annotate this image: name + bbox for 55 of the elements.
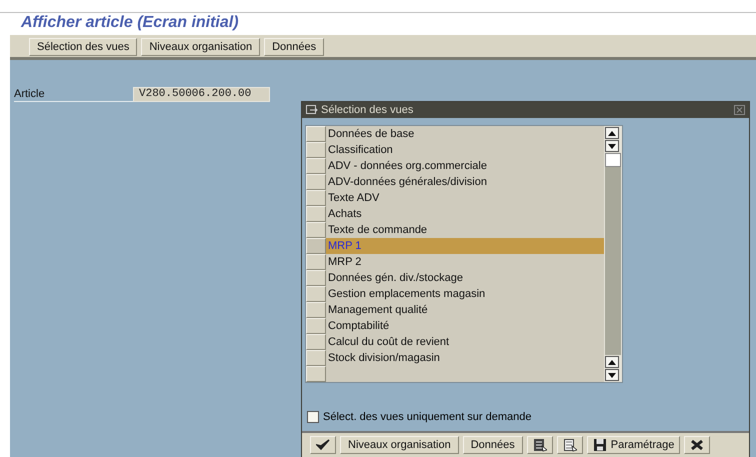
row-selector[interactable] bbox=[306, 222, 326, 238]
view-item[interactable]: MRP 2 bbox=[326, 254, 604, 270]
view-item[interactable]: Stock division/magasin bbox=[326, 350, 604, 366]
toolbar-button[interactable]: Niveaux organisation bbox=[141, 38, 260, 56]
text-button[interactable]: Données bbox=[462, 436, 523, 454]
row-selector[interactable] bbox=[306, 174, 326, 190]
view-item[interactable]: Comptabilité bbox=[326, 318, 604, 334]
view-item[interactable]: Management qualité bbox=[326, 302, 604, 318]
scrollbar[interactable] bbox=[604, 126, 622, 382]
view-item[interactable]: Données de base bbox=[326, 126, 604, 142]
view-item[interactable]: ADV-données générales/division bbox=[326, 174, 604, 190]
page-up-icon[interactable] bbox=[605, 356, 619, 368]
row-selector[interactable] bbox=[306, 286, 326, 302]
select-all-button[interactable] bbox=[526, 436, 553, 454]
row-selector[interactable] bbox=[306, 270, 326, 286]
window-icon bbox=[306, 105, 318, 115]
confirm-button[interactable] bbox=[310, 436, 336, 454]
toolbar-button[interactable]: Sélection des vues bbox=[29, 38, 138, 56]
view-item[interactable]: Texte ADV bbox=[326, 190, 604, 206]
article-field[interactable]: V280.50006.200.00 bbox=[133, 87, 270, 102]
text-button[interactable]: Niveaux organisation bbox=[340, 436, 459, 454]
row-selector[interactable] bbox=[306, 142, 326, 158]
scroll-up-icon[interactable] bbox=[605, 127, 619, 139]
row-selector[interactable] bbox=[306, 158, 326, 174]
close-icon[interactable] bbox=[734, 105, 745, 115]
screen-title: Afficher article (Ecran initial) bbox=[20, 13, 240, 33]
view-item[interactable]: Calcul du coût de revient bbox=[326, 334, 604, 350]
row-selector[interactable] bbox=[306, 302, 326, 318]
scroll-thumb[interactable] bbox=[605, 153, 621, 167]
row-selector[interactable] bbox=[306, 238, 326, 254]
view-item[interactable]: Classification bbox=[326, 142, 604, 158]
view-item[interactable]: Gestion emplacements magasin bbox=[326, 286, 604, 302]
toolbar-button[interactable]: Données bbox=[264, 38, 324, 56]
page-down-icon[interactable] bbox=[605, 369, 619, 381]
row-selector[interactable] bbox=[306, 366, 326, 382]
row-selector[interactable] bbox=[306, 350, 326, 366]
row-selector[interactable] bbox=[306, 254, 326, 270]
row-selector[interactable] bbox=[306, 334, 326, 350]
checkbox-label: Sélect. des vues uniquement sur demande bbox=[323, 411, 532, 423]
cancel-button[interactable] bbox=[684, 436, 710, 454]
deselect-all-button[interactable] bbox=[556, 436, 583, 454]
row-selector[interactable] bbox=[306, 318, 326, 334]
checkmark-icon bbox=[316, 439, 330, 451]
view-item[interactable]: Texte de commande bbox=[326, 222, 604, 238]
view-item[interactable]: Données gén. div./stockage bbox=[326, 270, 604, 286]
cancel-icon bbox=[690, 439, 704, 451]
checkbox[interactable] bbox=[307, 411, 319, 423]
dialog-title: Sélection des vues bbox=[321, 104, 414, 116]
row-selector[interactable] bbox=[306, 190, 326, 206]
settings-button[interactable]: Paramétrage bbox=[586, 436, 680, 454]
scroll-down-icon[interactable] bbox=[605, 140, 619, 152]
view-item[interactable]: Achats bbox=[326, 206, 604, 222]
row-selector[interactable] bbox=[306, 126, 326, 142]
row-selector[interactable] bbox=[306, 206, 326, 222]
view-item[interactable]: ADV - données org.commerciale bbox=[326, 158, 604, 174]
